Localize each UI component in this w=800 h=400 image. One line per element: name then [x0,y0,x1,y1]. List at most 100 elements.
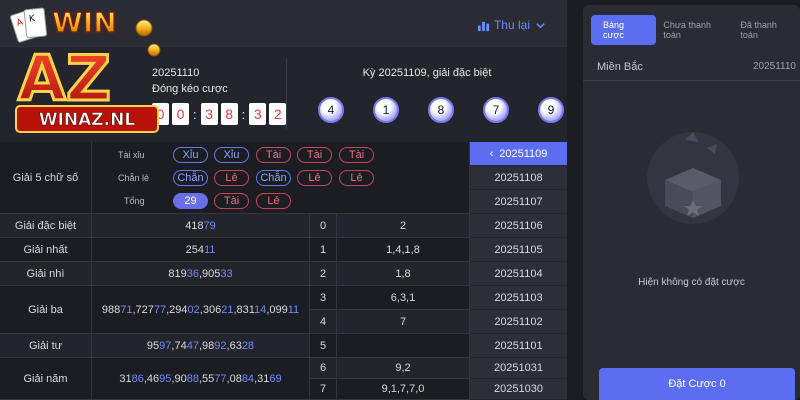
option-pill: Lẻ [297,170,332,186]
option-pill: Lẻ [256,193,291,209]
result-balls: 4 1 8 7 9 [318,97,564,123]
chart-icon [477,21,490,31]
tail-head: 4 [310,310,337,334]
history-button[interactable]: Thu lại [477,18,547,32]
number-part: ,294 [166,303,188,316]
option-pill: Chẵn [256,170,291,186]
lottery-app: Thu lại 20251110 Đóng kéo cược 0 0 : 3 8… [0,0,800,400]
tail-value: 9,2 [337,358,470,379]
highlight-digits: 86 [131,372,144,385]
region-row: Miền Bắc 20251110 [583,55,800,81]
prize-number: 9597,7447,9892,6328 [147,340,254,352]
number-part: ,08 [226,372,242,385]
prize-name: Giải nhì [0,262,92,286]
period-item[interactable]: 20251108 [470,166,567,190]
tail-value: 9,1,7,7,0 [337,379,470,400]
prize-number: 3186,4695,9088,5577,0884,3169 [119,373,281,385]
number-part: 254 [185,243,204,256]
highlight-digits: 69 [269,372,282,385]
period-item[interactable]: 20251030 [470,379,567,400]
chevron-down-icon [536,22,545,28]
tail-value: 1,4,1,8 [337,238,470,262]
countdown-colon: : [193,106,197,122]
tab-bet-table[interactable]: Bảng cược [591,15,657,45]
prize-number: 98871,72777,29402,30621,83114,09911 [102,304,299,316]
sum-pill: 29 [173,193,208,209]
highlight-digits: 47 [186,339,199,352]
highlight-digits: 88 [186,372,199,385]
last-result-title: Kỳ 20251109, giải đặc biệt [362,67,492,79]
prize-value: 9597,7447,9892,6328 [92,334,310,358]
empty-box-icon [647,132,739,224]
svg-text:WINAZ.NL: WINAZ.NL [39,110,135,130]
period-item[interactable]: 20251103 [470,286,567,310]
place-bet-button[interactable]: Đặt Cược 0 [599,368,795,400]
highlight-digits: 79 [203,219,216,232]
prize-name: Giải nhất [0,238,92,262]
results-table: Giải 5 chữ số Tài xỉu Chẵn lẻ Tổng Xỉu X… [0,142,567,400]
prize-name: Giải đặc biệt [0,214,92,238]
period-item[interactable]: 20251101 [470,334,567,358]
number-part: ,306 [199,303,222,316]
countdown-colon: : [241,106,246,122]
option-label: Tổng [124,196,145,206]
prize-number: 25411 [186,244,216,256]
prize-name: Giải năm [0,358,92,400]
tail-head: 6 [310,358,337,379]
number-part: 819 [168,267,187,280]
tab-paid[interactable]: Đã thanh toán [733,15,800,45]
period-item[interactable]: 20251104 [470,262,567,286]
highlight-digits: 11 [287,303,300,316]
option-pill: Tài [214,193,249,209]
svg-text:AZ: AZ [18,42,111,115]
number-part: ,74 [171,339,187,352]
tail-head: 2 [310,262,337,286]
period-item-active[interactable]: ‹ 20251109 [470,142,567,166]
period-item[interactable]: 20251105 [470,238,567,262]
highlight-digits: 28 [241,339,255,352]
empty-state-text: Hiện không có đặt cược [638,277,745,288]
highlight-digits: 36 [186,267,199,280]
number-part: ,55 [198,372,215,385]
highlight-digits: 77 [153,303,167,316]
option-pill: Tài [297,147,332,163]
region-name: Miền Bắc [597,61,643,73]
tail-head: 5 [310,334,337,358]
history-label: Thu lại [493,18,530,32]
period-item[interactable]: 20251102 [470,310,567,334]
prize-number: 41879 [185,220,216,232]
period-item[interactable]: 20251107 [470,190,567,214]
countdown: 0 0 : 3 8 : 3 2 [152,103,287,125]
option-pill: Chẵn [173,170,208,186]
countdown-digit: 0 [172,103,189,125]
number-part: 988 [101,303,121,316]
results-panel: Thu lại 20251110 Đóng kéo cược 0 0 : 3 8… [0,0,567,400]
bet-tabs: Bảng cược Chưa thanh toán Đã thanh toán [591,15,800,45]
option-pill: Lẻ [214,170,249,186]
number-part: ,90 [171,372,187,385]
tab-unpaid[interactable]: Chưa thanh toán [656,15,733,45]
option-label: Chẵn lẻ [118,173,150,183]
tail-head: 3 [310,286,337,310]
prize-value: 81936,90533 [92,262,310,286]
bet-slip-panel: Bảng cược Chưa thanh toán Đã thanh toán … [583,5,800,400]
prize-name: Giải ba [0,286,92,334]
highlight-digits: 92 [214,339,227,352]
prize-value: 98871,72777,29402,30621,83114,09911 [92,286,310,334]
highlight-digits: 21 [221,303,234,316]
period-item[interactable]: 20251106 [470,214,567,238]
number-part: ,98 [198,339,215,352]
result-ball: 1 [373,97,399,123]
prize-value: 25411 [92,238,310,262]
countdown-digit: 3 [249,103,267,125]
five-digit-label: Giải 5 chữ số [0,142,92,214]
tail-head: 1 [310,238,337,262]
countdown-digit: 2 [269,103,287,125]
highlight-digits: 95 [159,372,172,385]
number-part: ,46 [143,372,160,385]
number-part: 418 [185,219,204,232]
period-item[interactable]: 20251031 [470,358,567,379]
option-pill: Lẻ [339,170,374,186]
number-part: ,831 [233,303,255,316]
period-label: 20251109 [499,147,548,160]
